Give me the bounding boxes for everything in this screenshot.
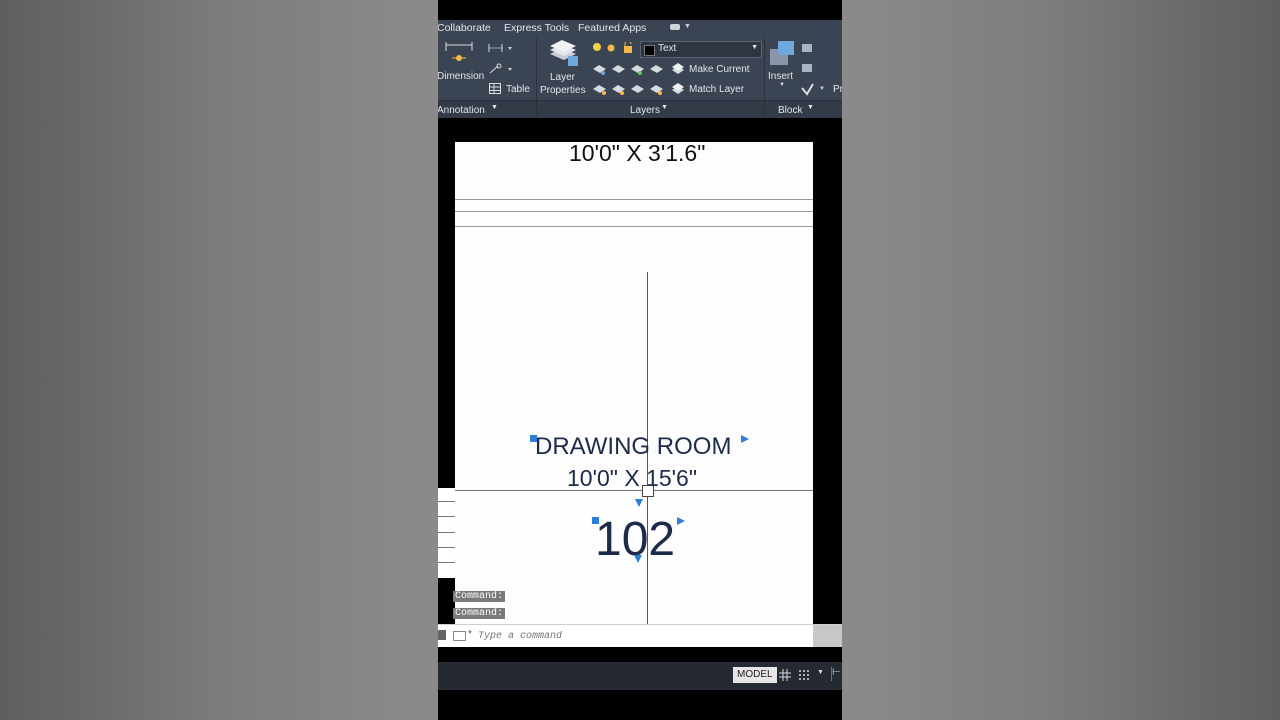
- model-tab[interactable]: MODEL: [733, 667, 777, 683]
- table-icon[interactable]: [489, 83, 501, 94]
- room-name-text[interactable]: DRAWING ROOM: [535, 433, 731, 461]
- side-panel-stub: [438, 488, 455, 578]
- wrench-icon[interactable]: [438, 630, 446, 640]
- command-line[interactable]: ▼: [438, 624, 842, 647]
- layer-color-swatch: [644, 45, 655, 56]
- insert-block-icon[interactable]: [768, 39, 798, 69]
- tab-express-tools[interactable]: Express Tools: [504, 22, 569, 34]
- chevron-down-icon[interactable]: ▼: [817, 669, 824, 676]
- chevron-down-icon[interactable]: ▼: [807, 104, 814, 111]
- text-grip-arrow[interactable]: [634, 555, 642, 563]
- text-grip-arrow[interactable]: [741, 435, 749, 443]
- command-history-line: Command:: [453, 591, 506, 602]
- layer-tools-row1[interactable]: [592, 62, 672, 76]
- chevron-down-icon[interactable]: ▼: [491, 104, 498, 111]
- chevron-down-icon[interactable]: ▼: [467, 630, 473, 636]
- make-current-icon[interactable]: [671, 62, 685, 76]
- app-window: Collaborate Express Tools Featured Apps …: [438, 0, 842, 720]
- chevron-down-icon[interactable]: ▼: [779, 82, 785, 88]
- insert-button[interactable]: Insert: [768, 71, 793, 82]
- command-scroll[interactable]: [813, 625, 842, 647]
- command-input[interactable]: [476, 628, 800, 644]
- wall-line: [455, 226, 813, 227]
- panel-label-row: Annotation ▼ Layers ▼ Block ▼: [438, 100, 842, 119]
- ribbon: Collaborate Express Tools Featured Apps …: [438, 20, 842, 119]
- snap-icon[interactable]: [798, 669, 810, 681]
- text-grip-arrow[interactable]: [677, 517, 685, 525]
- linear-dim-icon[interactable]: [488, 43, 514, 53]
- status-bar: MODEL ▼ ⊢: [438, 662, 842, 690]
- match-layer-button[interactable]: Match Layer: [689, 84, 744, 95]
- layers-panel-label[interactable]: Layers: [630, 105, 660, 116]
- drawing-canvas[interactable]: 10'0" X 3'1.6" DRAWING ROOM 10'0" X 15'6…: [438, 118, 842, 662]
- chevron-down-icon: ▼: [751, 44, 758, 51]
- layer-properties-icon[interactable]: [548, 40, 580, 68]
- dimension-button[interactable]: Dimension: [438, 71, 484, 82]
- text-grip-arrow[interactable]: [635, 499, 643, 507]
- grid-icon[interactable]: [779, 669, 791, 681]
- bottom-black-bar: [438, 690, 842, 720]
- wall-line: [455, 211, 813, 212]
- tab-featured-apps[interactable]: Featured Apps: [578, 22, 646, 34]
- viewport-border: [813, 142, 842, 624]
- layer-properties-button[interactable]: Layer Properties: [540, 71, 586, 97]
- make-current-button[interactable]: Make Current: [689, 64, 750, 75]
- properties-label-cut: Pr: [833, 84, 842, 95]
- room-dimension-text[interactable]: 10'0" X 15'6": [567, 465, 697, 492]
- top-dimension-text[interactable]: 10'0" X 3'1.6": [569, 140, 705, 167]
- layer-tools-row2[interactable]: [592, 82, 672, 96]
- chevron-down-icon[interactable]: ▼: [819, 86, 825, 92]
- block-panel-label[interactable]: Block: [778, 105, 802, 116]
- wall-line: [455, 199, 813, 200]
- chevron-down-icon[interactable]: ▼: [661, 104, 668, 111]
- current-layer-name: Text: [658, 43, 677, 54]
- command-icon[interactable]: [453, 631, 466, 641]
- annotation-panel-label[interactable]: Annotation: [438, 105, 485, 116]
- layer-dropdown[interactable]: Text ▼: [640, 41, 762, 58]
- leader-icon[interactable]: [488, 63, 514, 75]
- top-black-bar: [438, 0, 842, 20]
- table-button[interactable]: Table: [506, 84, 530, 95]
- command-history-line: Command:: [453, 608, 506, 619]
- chevron-down-icon[interactable]: ▼: [684, 23, 691, 30]
- ortho-icon[interactable]: ⊢: [831, 667, 842, 681]
- block-tools-icons[interactable]: [800, 42, 816, 108]
- tab-collaborate[interactable]: Collaborate: [438, 22, 491, 34]
- dimension-icon[interactable]: [444, 41, 474, 67]
- layer-state-icons[interactable]: [592, 42, 638, 54]
- drawing-sheet: 10'0" X 3'1.6" DRAWING ROOM 10'0" X 15'6…: [453, 140, 813, 624]
- match-layer-icon[interactable]: [671, 82, 685, 96]
- camera-icon[interactable]: [670, 24, 680, 30]
